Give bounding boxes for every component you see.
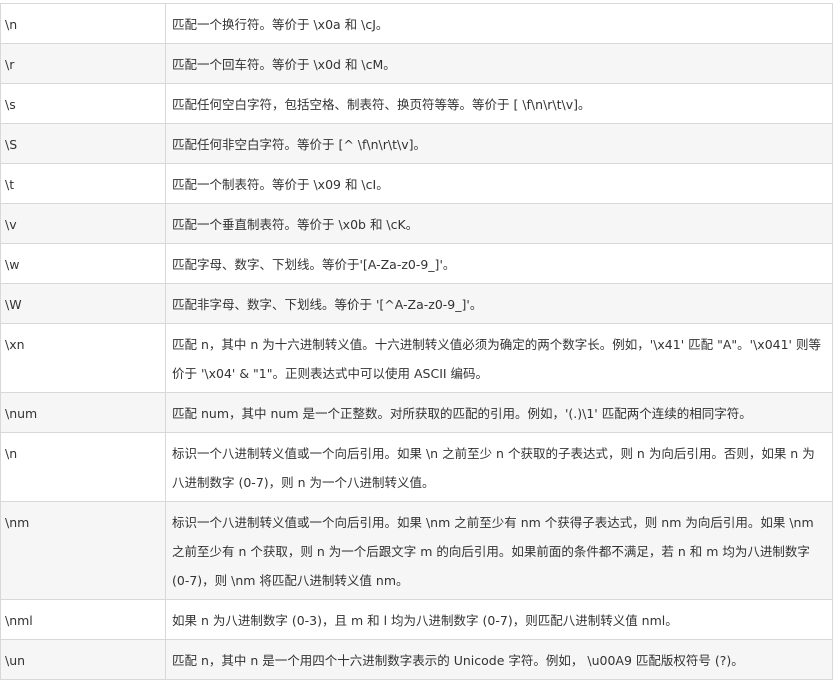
page: \n 匹配一个换行符。等价于 \x0a 和 \cJ。 \r 匹配一个回车符。等价… [0, 0, 833, 681]
desc-cell: 匹配 n，其中 n 为十六进制转义值。十六进制转义值必须为确定的两个数字长。例如… [165, 323, 833, 393]
desc-cell: 匹配 n，其中 n 是一个用四个十六进制数字表示的 Unicode 字符。例如，… [165, 639, 833, 680]
table-row: \n 匹配一个换行符。等价于 \x0a 和 \cJ。 [0, 3, 833, 44]
table-row: \s 匹配任何空白字符，包括空格、制表符、换页符等等。等价于 [ \f\n\r\… [0, 83, 833, 124]
table-row: \nm 标识一个八进制转义值或一个向后引用。如果 \nm 之前至少有 nm 个获… [0, 501, 833, 600]
char-cell: \r [0, 43, 166, 84]
regex-reference-table: \n 匹配一个换行符。等价于 \x0a 和 \cJ。 \r 匹配一个回车符。等价… [0, 3, 833, 680]
desc-cell: 匹配字母、数字、下划线。等价于'[A-Za-z0-9_]'。 [165, 243, 833, 284]
table-row: \S 匹配任何非空白字符。等价于 [^ \f\n\r\t\v]。 [0, 123, 833, 164]
desc-cell: 匹配一个制表符。等价于 \x09 和 \cI。 [165, 163, 833, 204]
char-cell: \nml [0, 599, 166, 640]
char-cell: \W [0, 283, 166, 324]
desc-cell: 匹配非字母、数字、下划线。等价于 '[^A-Za-z0-9_]'。 [165, 283, 833, 324]
char-cell: \S [0, 123, 166, 164]
desc-cell: 匹配一个换行符。等价于 \x0a 和 \cJ。 [165, 3, 833, 44]
char-cell: \num [0, 392, 166, 433]
table-row: \num 匹配 num，其中 num 是一个正整数。对所获取的匹配的引用。例如，… [0, 392, 833, 433]
desc-cell: 匹配任何空白字符，包括空格、制表符、换页符等等。等价于 [ \f\n\r\t\v… [165, 83, 833, 124]
char-cell: \v [0, 203, 166, 244]
char-cell: \w [0, 243, 166, 284]
desc-cell: 如果 n 为八进制数字 (0-3)，且 m 和 l 均为八进制数字 (0-7)，… [165, 599, 833, 640]
desc-cell: 标识一个八进制转义值或一个向后引用。如果 \n 之前至少 n 个获取的子表达式，… [165, 432, 833, 502]
char-cell: \n [0, 3, 166, 44]
desc-cell: 匹配任何非空白字符。等价于 [^ \f\n\r\t\v]。 [165, 123, 833, 164]
char-cell: \nm [0, 501, 166, 600]
desc-cell: 标识一个八进制转义值或一个向后引用。如果 \nm 之前至少有 nm 个获得子表达… [165, 501, 833, 600]
desc-cell: 匹配一个回车符。等价于 \x0d 和 \cM。 [165, 43, 833, 84]
desc-cell: 匹配一个垂直制表符。等价于 \x0b 和 \cK。 [165, 203, 833, 244]
table-row: \t 匹配一个制表符。等价于 \x09 和 \cI。 [0, 163, 833, 204]
table-row: \w 匹配字母、数字、下划线。等价于'[A-Za-z0-9_]'。 [0, 243, 833, 284]
table-row: \n 标识一个八进制转义值或一个向后引用。如果 \n 之前至少 n 个获取的子表… [0, 432, 833, 502]
table-row: \v 匹配一个垂直制表符。等价于 \x0b 和 \cK。 [0, 203, 833, 244]
char-cell: \un [0, 639, 166, 680]
char-cell: \n [0, 432, 166, 502]
char-cell: \xn [0, 323, 166, 393]
char-cell: \s [0, 83, 166, 124]
table-row: \un 匹配 n，其中 n 是一个用四个十六进制数字表示的 Unicode 字符… [0, 639, 833, 680]
char-cell: \t [0, 163, 166, 204]
table-row: \W 匹配非字母、数字、下划线。等价于 '[^A-Za-z0-9_]'。 [0, 283, 833, 324]
desc-cell: 匹配 num，其中 num 是一个正整数。对所获取的匹配的引用。例如，'(.)\… [165, 392, 833, 433]
table-row: \nml 如果 n 为八进制数字 (0-3)，且 m 和 l 均为八进制数字 (… [0, 599, 833, 640]
table-row: \r 匹配一个回车符。等价于 \x0d 和 \cM。 [0, 43, 833, 84]
table-row: \xn 匹配 n，其中 n 为十六进制转义值。十六进制转义值必须为确定的两个数字… [0, 323, 833, 393]
